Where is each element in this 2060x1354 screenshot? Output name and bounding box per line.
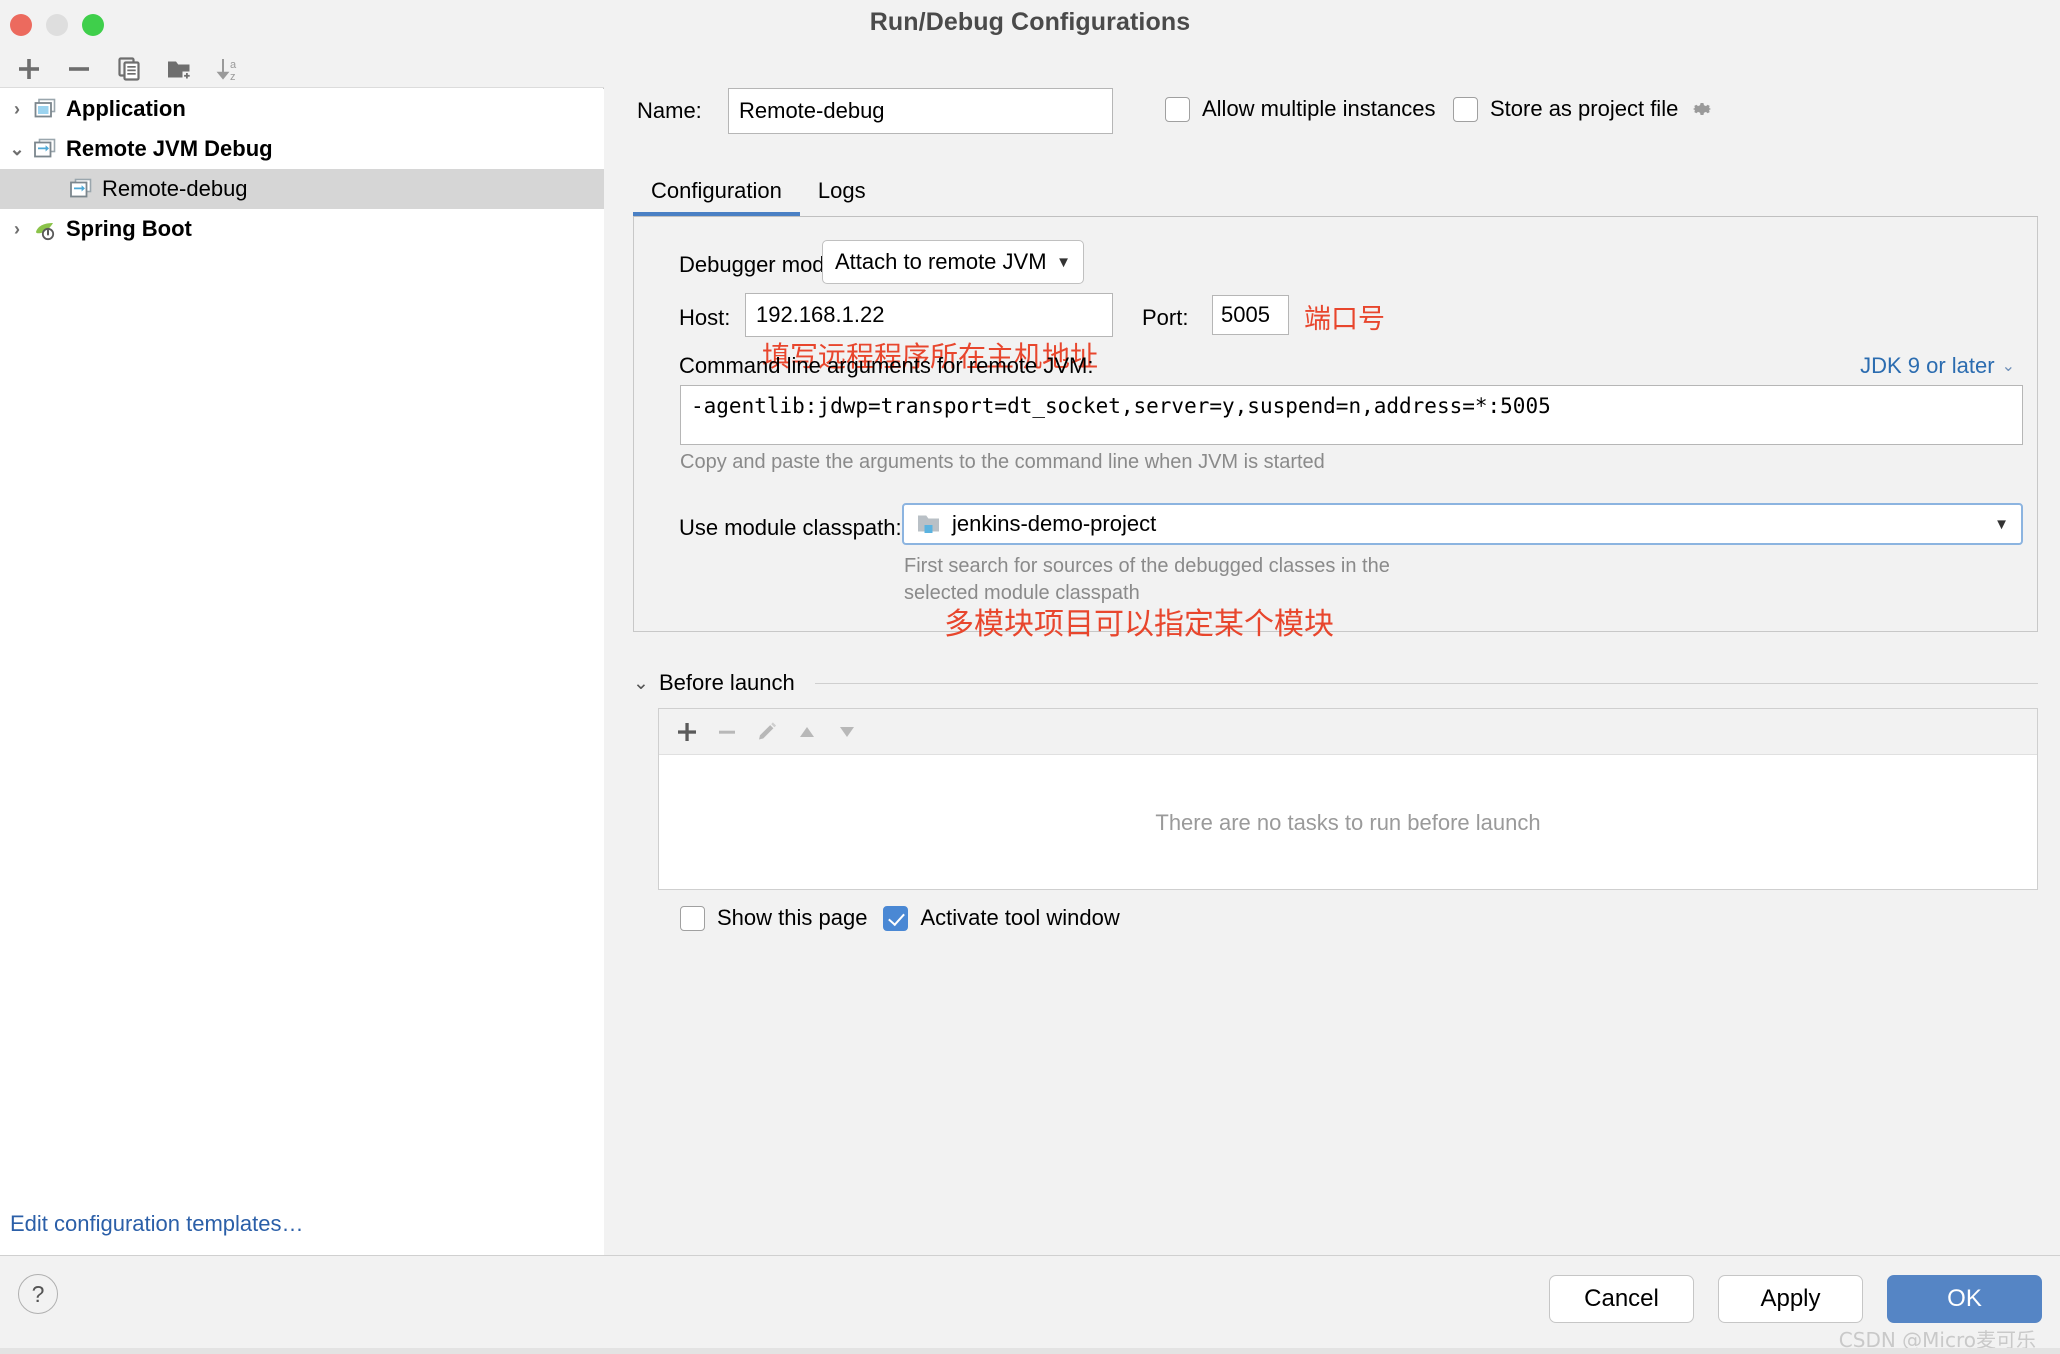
allow-multiple-instances-label: Allow multiple instances xyxy=(1202,96,1436,122)
spring-boot-icon xyxy=(30,216,60,242)
tree-item-label: Application xyxy=(66,96,186,122)
cancel-button[interactable]: Cancel xyxy=(1549,1275,1694,1323)
jdk-version-selector[interactable]: JDK 9 or later ⌄ xyxy=(1860,353,2015,379)
tree-item-label: Remote JVM Debug xyxy=(66,136,273,162)
sidebar-toolbar: a z xyxy=(0,50,604,88)
before-launch-title: Before launch xyxy=(659,670,795,696)
chevron-down-icon[interactable]: ⌄ xyxy=(4,140,30,158)
debugger-mode-dropdown[interactable]: Attach to remote JVM ▼ xyxy=(822,240,1084,284)
dialog-action-buttons: Cancel Apply OK xyxy=(1549,1275,2042,1323)
tree-item-label: Spring Boot xyxy=(66,216,192,242)
name-input[interactable] xyxy=(728,88,1113,134)
activate-tool-window-checkbox[interactable]: Activate tool window xyxy=(883,905,1119,931)
configurations-sidebar: a z › Application ⌄ xyxy=(0,50,604,1255)
remove-configuration-button[interactable] xyxy=(54,50,104,88)
dialog-footer: ? Cancel Apply OK CSDN @Micro麦可乐 xyxy=(0,1255,2060,1348)
remote-jvm-icon xyxy=(30,136,60,162)
debugger-mode-value: Attach to remote JVM xyxy=(835,249,1047,275)
ok-button[interactable]: OK xyxy=(1887,1275,2042,1323)
add-task-button[interactable] xyxy=(667,709,707,755)
name-row: Name: Allow multiple instances Store as … xyxy=(605,88,2060,134)
module-classpath-annotation: 多模块项目可以指定某个模块 xyxy=(944,599,1334,643)
module-folder-icon xyxy=(916,512,942,536)
bottom-options-row: Show this page Activate tool window xyxy=(605,898,2060,938)
remove-task-button xyxy=(707,709,747,755)
module-classpath-dropdown[interactable]: jenkins-demo-project ▼ xyxy=(902,503,2023,545)
dialog-title: Run/Debug Configurations xyxy=(0,8,2060,37)
checkbox-box[interactable] xyxy=(680,906,705,931)
jdk-version-label: JDK 9 or later xyxy=(1860,353,1995,379)
command-line-arguments-field[interactable]: -agentlib:jdwp=transport=dt_socket,serve… xyxy=(680,385,2023,445)
svg-text:a: a xyxy=(230,59,237,71)
activate-tool-window-label: Activate tool window xyxy=(920,905,1119,931)
chevron-down-icon: ⌄ xyxy=(2002,356,2015,376)
sort-configurations-button[interactable]: a z xyxy=(204,50,254,88)
chevron-down-icon: ▼ xyxy=(1056,254,1071,271)
copy-configuration-button[interactable] xyxy=(104,50,154,88)
tree-item-label: Remote-debug xyxy=(102,176,248,202)
add-configuration-button[interactable] xyxy=(4,50,54,88)
store-as-project-file-checkbox[interactable]: Store as project file xyxy=(1453,96,1714,122)
command-line-label: Command line arguments for remote JVM: xyxy=(679,353,1094,379)
gear-icon[interactable] xyxy=(1690,97,1714,121)
chevron-right-icon[interactable]: › xyxy=(4,100,30,118)
configurations-tree[interactable]: › Application ⌄ Remote JV xyxy=(0,89,604,1193)
move-up-button xyxy=(787,709,827,755)
edit-configuration-templates-link[interactable]: Edit configuration templates… xyxy=(10,1211,304,1237)
remote-jvm-icon xyxy=(66,176,96,202)
chevron-down-icon[interactable]: ⌄ xyxy=(633,672,649,695)
tab-logs[interactable]: Logs xyxy=(800,178,884,212)
before-launch-task-list: There are no tasks to run before launch xyxy=(658,708,2038,890)
section-divider xyxy=(815,683,2038,684)
configuration-editor-panel: Name: Allow multiple instances Store as … xyxy=(605,50,2060,1255)
before-launch-toolbar xyxy=(659,709,2037,755)
apply-button[interactable]: Apply xyxy=(1718,1275,1863,1323)
tree-item-remote-jvm-debug[interactable]: ⌄ Remote JVM Debug xyxy=(0,129,604,169)
help-button[interactable]: ? xyxy=(18,1274,58,1314)
name-label: Name: xyxy=(637,98,702,124)
before-launch-header[interactable]: ⌄ Before launch xyxy=(633,668,2038,698)
allow-multiple-instances-checkbox[interactable]: Allow multiple instances xyxy=(1165,96,1436,122)
editor-tabs[interactable]: Configuration Logs xyxy=(633,168,884,212)
command-line-hint: Copy and paste the arguments to the comm… xyxy=(680,451,1325,474)
show-this-page-checkbox[interactable]: Show this page xyxy=(680,905,867,931)
new-folder-button[interactable] xyxy=(154,50,204,88)
port-label: Port: xyxy=(1142,305,1188,331)
chevron-down-icon: ▼ xyxy=(1994,516,2009,533)
port-input[interactable] xyxy=(1212,295,1289,335)
configuration-tab-panel: Debugger mode: Attach to remote JVM ▼ Ho… xyxy=(633,217,2038,632)
port-annotation: 端口号 xyxy=(1304,297,1385,336)
title-bar: Run/Debug Configurations xyxy=(0,0,2060,50)
checkbox-box[interactable] xyxy=(1453,97,1478,122)
tree-item-remote-debug[interactable]: Remote-debug xyxy=(0,169,604,209)
tree-item-application[interactable]: › Application xyxy=(0,89,604,129)
background-window-sliver xyxy=(0,1348,2060,1354)
module-classpath-value: jenkins-demo-project xyxy=(952,511,1156,537)
before-launch-empty-message: There are no tasks to run before launch xyxy=(659,755,2037,890)
edit-templates-area: Edit configuration templates… xyxy=(0,1193,604,1255)
checkbox-box[interactable] xyxy=(1165,97,1190,122)
edit-task-button xyxy=(747,709,787,755)
store-as-project-file-label: Store as project file xyxy=(1490,96,1678,122)
tree-item-spring-boot[interactable]: › Spring Boot xyxy=(0,209,604,249)
move-down-button xyxy=(827,709,867,755)
debugger-mode-label: Debugger mode: xyxy=(679,252,843,278)
checkbox-box[interactable] xyxy=(883,906,908,931)
application-icon xyxy=(30,96,60,122)
host-label: Host: xyxy=(679,305,730,331)
module-classpath-label: Use module classpath: xyxy=(679,515,902,541)
svg-text:z: z xyxy=(230,71,236,83)
chevron-right-icon[interactable]: › xyxy=(4,220,30,238)
tab-configuration[interactable]: Configuration xyxy=(633,178,800,212)
host-input[interactable] xyxy=(745,293,1113,337)
show-this-page-label: Show this page xyxy=(717,905,867,931)
